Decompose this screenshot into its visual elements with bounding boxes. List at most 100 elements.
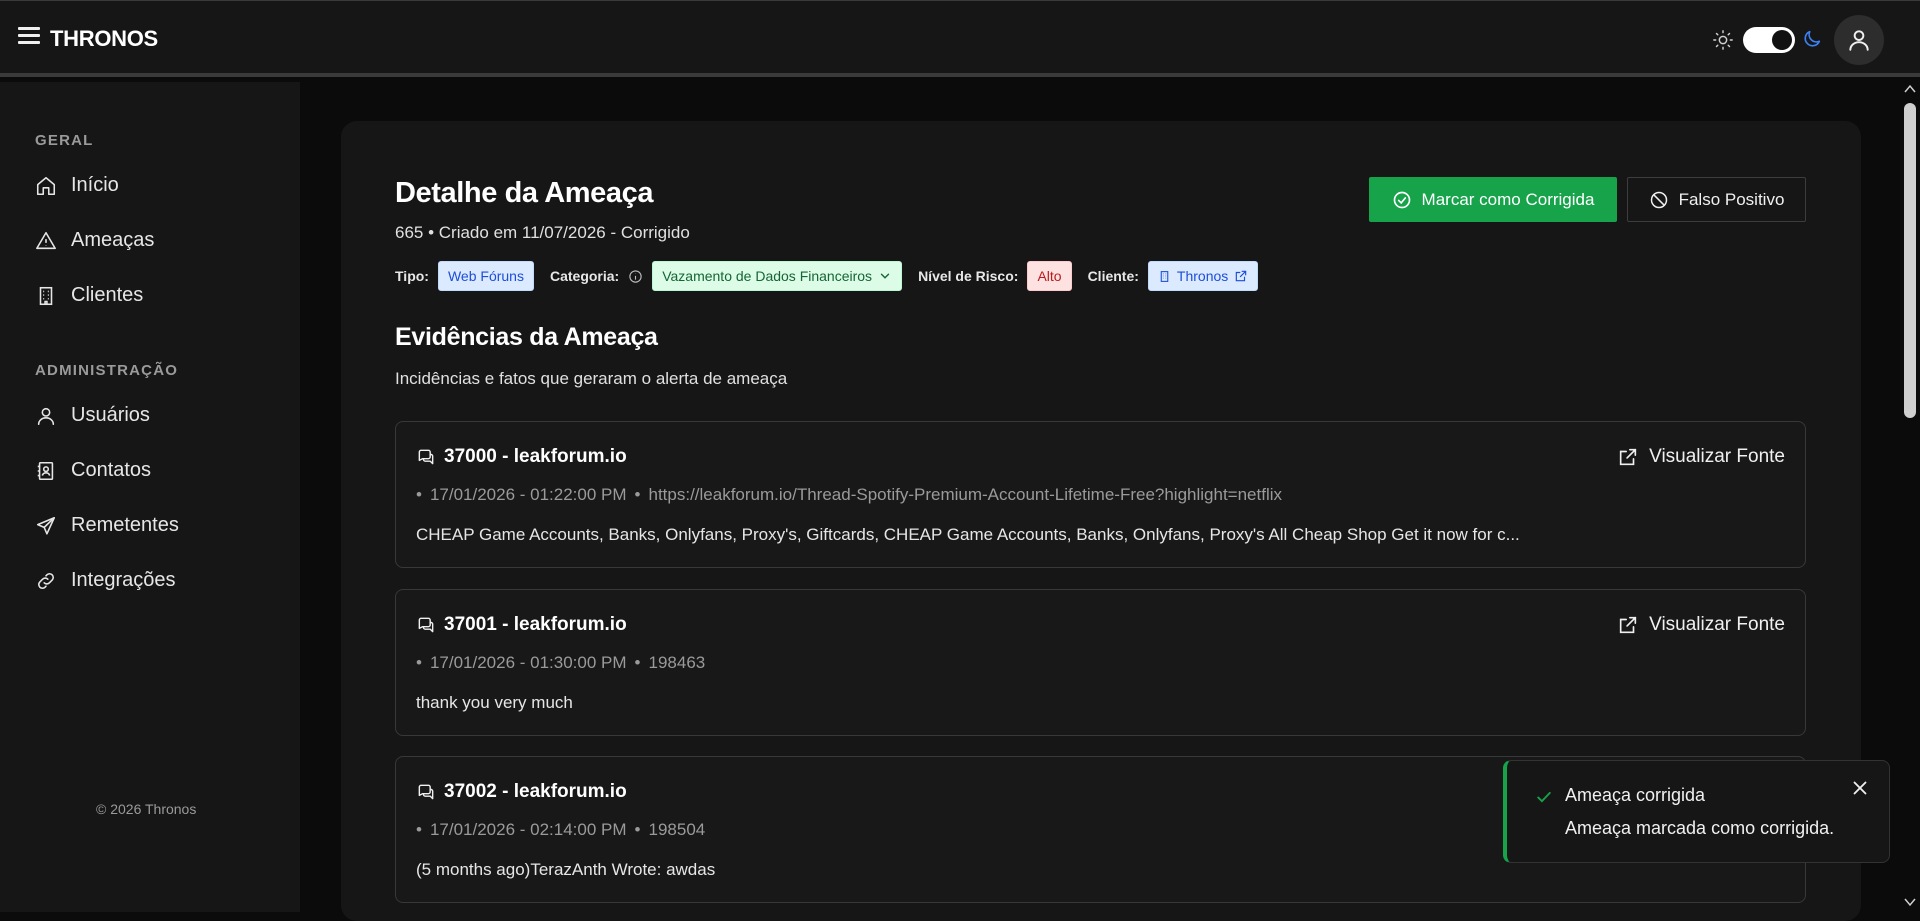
contact-book-icon: [37, 461, 54, 480]
evidence-meta: • 17/01/2026 - 01:30:00 PM • 198463: [416, 653, 705, 673]
cliente-value: Thronos: [1176, 268, 1229, 284]
building-icon: [39, 286, 53, 305]
view-source-link[interactable]: Visualizar Fonte: [1617, 446, 1785, 468]
evidence-ref: 198504: [648, 820, 706, 839]
sidebar-item-label: Início: [71, 174, 119, 196]
evidence-meta: • 17/01/2026 - 01:22:00 PM • https://lea…: [416, 485, 1282, 505]
categoria-label: Categoria:: [549, 268, 620, 284]
sidebar-section-geral: GERAL: [35, 132, 94, 149]
evidence-title: 37001 - leakforum.io: [444, 614, 627, 635]
scroll-down-arrow-icon[interactable]: [1904, 897, 1916, 907]
toggle-knob: [1772, 30, 1792, 50]
brand-logo: THRONOS: [50, 26, 158, 51]
evidence-title: 37002 - leakforum.io: [444, 781, 627, 802]
user-icon: [1849, 30, 1869, 51]
user-icon: [37, 407, 55, 425]
sidebar-item-clientes[interactable]: Clientes: [35, 284, 143, 307]
chat-bubbles-icon: [418, 449, 434, 465]
toast-message: Ameaça marcada como corrigida.: [1565, 818, 1835, 838]
close-icon[interactable]: [1849, 777, 1871, 799]
sidebar-item-contatos[interactable]: Contatos: [35, 459, 151, 482]
sidebar-item-inicio[interactable]: Início: [35, 174, 119, 197]
evidence-header: 37000 - leakforum.io: [416, 446, 627, 468]
evidence-text: thank you very much: [416, 693, 573, 712]
false-positive-label: Falso Positivo: [1678, 189, 1785, 209]
sidebar-item-label: Integrações: [71, 569, 176, 591]
evidence-header: 37002 - leakforum.io: [416, 781, 627, 803]
page-title: Detalhe da Ameaça: [395, 177, 654, 209]
link-icon: [38, 572, 54, 589]
theme-toggle[interactable]: [1743, 27, 1795, 53]
sidebar-section-administracao: ADMINISTRAÇÃO: [35, 362, 179, 379]
tipo-badge: Web Fóruns: [437, 261, 534, 291]
chat-bubbles-icon: [418, 784, 434, 800]
evidence-text: (5 months ago)TerazAnth Wrote: awdas: [416, 860, 716, 879]
hamburger-menu-icon[interactable]: [18, 27, 40, 45]
evidences-subtitle: Incidências e fatos que geraram o alerta…: [395, 369, 788, 388]
chat-bubbles-icon: [418, 617, 434, 633]
mark-fixed-button[interactable]: Marcar como Corrigida: [1369, 177, 1617, 222]
view-source-label: Visualizar Fonte: [1649, 614, 1785, 635]
external-link-icon: [1619, 448, 1637, 466]
evidence-date: 17/01/2026 - 02:14:00 PM: [429, 820, 627, 839]
bullet: •: [634, 820, 641, 839]
scroll-up-arrow-icon[interactable]: [1904, 84, 1916, 94]
sidebar-item-label: Clientes: [71, 284, 144, 306]
top-bar: THRONOS: [0, 0, 1920, 77]
sidebar-item-label: Remetentes: [71, 514, 179, 536]
evidence-url[interactable]: https://leakforum.io/Thread-Spotify-Prem…: [649, 485, 1283, 505]
page-subtitle: 665 • Criado em 11/07/2026 - Corrigido: [395, 223, 690, 242]
evidence-date: 17/01/2026 - 01:22:00 PM: [429, 485, 627, 504]
bullet: •: [416, 820, 422, 839]
evidence-title: 37000 - leakforum.io: [444, 446, 627, 467]
categoria-value: Vazamento de Dados Financeiros: [662, 268, 873, 284]
evidences-title: Evidências da Ameaça: [395, 323, 658, 351]
external-link-icon: [1619, 616, 1637, 634]
evidence-text: CHEAP Game Accounts, Banks, Onlyfans, Pr…: [416, 525, 1520, 544]
evidence-header: 37001 - leakforum.io: [416, 614, 627, 636]
evidence-date: 17/01/2026 - 01:30:00 PM: [429, 653, 627, 672]
evidence-meta: • 17/01/2026 - 02:14:00 PM • 198504: [416, 820, 705, 840]
home-icon: [36, 176, 56, 195]
sidebar-item-label: Contatos: [71, 459, 152, 481]
tipo-label: Tipo:: [395, 268, 429, 284]
ban-icon: [1650, 191, 1667, 208]
sidebar-item-label: Ameaças: [71, 229, 155, 251]
cliente-label: Cliente:: [1087, 268, 1139, 284]
false-positive-button[interactable]: Falso Positivo: [1627, 177, 1806, 222]
evidence-ref: 198463: [648, 653, 706, 672]
risk-badge: Alto: [1027, 261, 1072, 291]
toast-title: Ameaça corrigida: [1565, 785, 1706, 805]
send-icon: [36, 516, 56, 535]
bullet: •: [634, 653, 641, 672]
external-link-icon: [1236, 270, 1247, 282]
alert-triangle-icon: [36, 231, 56, 249]
success-toast: Ameaça corrigida Ameaça marcada como cor…: [1503, 760, 1890, 863]
sun-icon: [1713, 30, 1733, 50]
info-icon[interactable]: [628, 269, 643, 284]
sidebar-item-integracoes[interactable]: Integrações: [35, 569, 176, 592]
check-circle-icon: [1393, 191, 1410, 208]
scrollbar-thumb[interactable]: [1904, 103, 1916, 418]
threat-meta-row: Tipo: Web Fóruns Categoria: Vazamento de…: [395, 261, 1274, 291]
user-avatar-button[interactable]: [1834, 15, 1884, 65]
mark-fixed-label: Marcar como Corrigida: [1421, 189, 1595, 209]
risco-label: Nível de Risco:: [918, 268, 1019, 284]
check-icon: [1537, 791, 1551, 803]
sidebar-item-usuarios[interactable]: Usuários: [35, 404, 150, 427]
sidebar: [0, 82, 300, 912]
sidebar-item-remetentes[interactable]: Remetentes: [35, 514, 179, 537]
sidebar-footer: © 2026 Thronos: [96, 801, 197, 817]
building-icon: [1160, 270, 1169, 282]
moon-icon: [1804, 30, 1821, 47]
view-source-link[interactable]: Visualizar Fonte: [1617, 614, 1785, 636]
categoria-dropdown[interactable]: Vazamento de Dados Financeiros: [652, 261, 903, 291]
evidence-card: 37001 - leakforum.io Visualizar Fonte • …: [395, 589, 1806, 736]
bullet: •: [416, 485, 422, 504]
view-source-label: Visualizar Fonte: [1649, 446, 1785, 467]
sidebar-item-ameacas[interactable]: Ameaças: [35, 229, 154, 252]
bullet: •: [416, 653, 422, 672]
cliente-link[interactable]: Thronos: [1147, 261, 1259, 291]
evidence-card: 37000 - leakforum.io Visualizar Fonte • …: [395, 421, 1806, 568]
sidebar-item-label: Usuários: [71, 404, 150, 426]
